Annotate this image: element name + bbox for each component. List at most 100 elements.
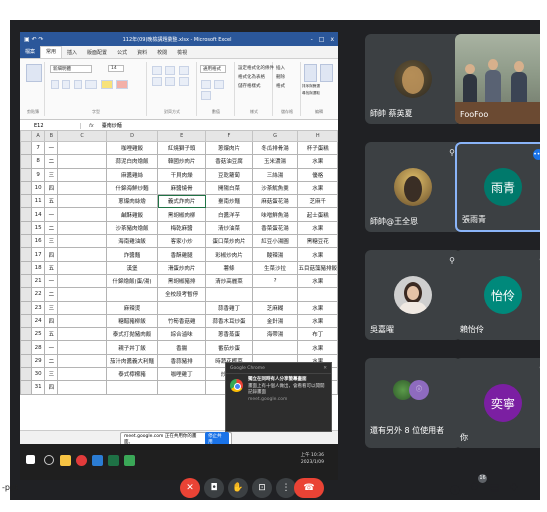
cell[interactable]: 紅豆小湯圓	[251, 234, 299, 249]
cell[interactable]: 炸醬麵	[105, 247, 159, 262]
cell[interactable]: 布丁	[297, 327, 338, 342]
cell[interactable]: 16	[30, 234, 46, 249]
align-middle-icon[interactable]	[165, 66, 176, 75]
cell[interactable]: 杯子蛋糕	[297, 140, 338, 156]
cell[interactable]: 白醬洋芋	[205, 207, 253, 222]
cell[interactable]: 紅燒獅子頭	[157, 140, 207, 156]
paste-icon[interactable]	[26, 64, 42, 82]
cell[interactable]: 鹹酥雞飯	[105, 207, 159, 222]
cell[interactable]: 二	[44, 220, 59, 236]
cell[interactable]: 25	[30, 327, 46, 342]
cell[interactable]: 水果	[297, 247, 338, 262]
cell[interactable]: 咖哩雞丁	[157, 367, 207, 382]
cell[interactable]: 水果	[297, 154, 338, 169]
cell[interactable]: 21	[30, 273, 46, 289]
cell[interactable]: 什錦海鮮炒麵	[105, 180, 159, 196]
row-header[interactable]	[20, 367, 32, 382]
cell[interactable]: 8	[30, 154, 46, 169]
people-icon[interactable]: ⚇	[470, 482, 479, 493]
search-icon[interactable]	[44, 455, 54, 465]
fill-color-icon[interactable]	[100, 80, 113, 89]
column-header[interactable]: D	[105, 130, 159, 142]
cell[interactable]: 四	[44, 247, 59, 262]
cell[interactable]: 蒜香木耳炒蛋	[205, 313, 253, 329]
row-header[interactable]	[20, 300, 32, 315]
cell[interactable]: 黑胡椒豬排	[157, 273, 207, 289]
column-header[interactable]	[20, 130, 32, 142]
cell[interactable]: 水果	[297, 313, 338, 329]
insert-cells-button[interactable]: 插入	[276, 65, 285, 71]
cell[interactable]: 茄汁肉醬義大利麵	[105, 353, 159, 369]
row-header[interactable]	[20, 380, 32, 395]
column-header[interactable]: B	[44, 130, 59, 142]
cell[interactable]: 綜合滷味	[157, 327, 207, 342]
cell[interactable]: 30	[30, 367, 46, 382]
cell[interactable]: 酸辣湯	[251, 247, 299, 262]
leave-call-button[interactable]: ☎	[294, 478, 324, 498]
cell[interactable]: 一	[44, 340, 59, 355]
name-box[interactable]: E12	[20, 122, 81, 129]
cell[interactable]	[57, 313, 107, 329]
cell[interactable]: 麻菇蛋花湯	[251, 194, 299, 209]
cell[interactable]	[57, 247, 107, 262]
cell[interactable]: 泰式檸檬豬	[105, 367, 159, 382]
close-button[interactable]: x	[330, 36, 334, 43]
cell[interactable]: 臺南炒麵	[205, 194, 253, 209]
cell[interactable]: 三	[44, 300, 59, 315]
cell[interactable]: 28	[30, 340, 46, 355]
cell[interactable]: 全校段考暫停	[157, 287, 207, 302]
cell[interactable]: 五目菇藻豬排飯	[297, 260, 338, 275]
row-header[interactable]	[20, 220, 32, 236]
row-header[interactable]	[20, 234, 32, 249]
row-header[interactable]	[20, 327, 32, 342]
align-left-icon[interactable]	[152, 77, 162, 86]
cell[interactable]: 義式炸肉片	[157, 194, 207, 209]
cell[interactable]: 麻醬雞絲	[105, 167, 159, 182]
cell[interactable]: 三	[44, 167, 59, 182]
comma-icon[interactable]	[201, 91, 211, 100]
row-header[interactable]	[20, 194, 32, 209]
cell[interactable]: 蒜香雞丁	[205, 300, 253, 315]
cell[interactable]: 蒜泥白肉燴飯	[105, 154, 159, 169]
windows-start-icon[interactable]	[26, 455, 35, 464]
chrome-notification[interactable]: Google Chrome ✕ 獨立在同時有人分享螢幕畫面 畫面上有十個人做出，…	[225, 362, 332, 432]
align-top-icon[interactable]	[152, 66, 162, 75]
tab-file[interactable]: 檔案	[20, 46, 41, 58]
cell[interactable]	[57, 140, 107, 156]
chat-icon[interactable]: ▤	[490, 482, 499, 493]
cell[interactable]: 四	[44, 313, 59, 329]
cell[interactable]	[57, 180, 107, 196]
cell[interactable]	[57, 207, 107, 222]
cell[interactable]: 清炒油菜	[205, 220, 253, 236]
cell[interactable]: 麻辣燙	[105, 300, 159, 315]
merge-icon[interactable]	[178, 77, 189, 86]
formula-input[interactable]: 臺南炒麵	[102, 122, 122, 129]
mic-off-button[interactable]: ✕	[180, 478, 200, 498]
info-icon[interactable]: ⓘ	[450, 482, 460, 497]
maximize-button[interactable]: □	[319, 36, 325, 43]
cell[interactable]: 蔥爆肉絲燴	[105, 194, 159, 209]
column-header[interactable]: F	[205, 130, 253, 142]
cell[interactable]: 香酥雞腿	[157, 247, 207, 262]
tab-data[interactable]: 資料	[132, 49, 152, 56]
cell[interactable]: 味噌鮮魚湯	[251, 207, 299, 222]
cell[interactable]: 23	[30, 300, 46, 315]
cell[interactable]: 漢堡	[105, 260, 159, 275]
participant-tile[interactable]: ⚲ 吳嘉曜	[365, 250, 461, 340]
cell[interactable]	[251, 287, 299, 302]
number-format-select[interactable]: 通用格式	[200, 65, 226, 73]
column-header[interactable]: H	[297, 130, 338, 142]
cell[interactable]: 蔥爆肉片	[205, 140, 253, 156]
quick-access-toolbar[interactable]: ▣ ↶ ↷	[20, 36, 44, 43]
raise-hand-button[interactable]: ✋	[228, 478, 248, 498]
wrap-text-icon[interactable]	[178, 66, 189, 75]
cell[interactable]	[205, 287, 253, 302]
cell[interactable]: 韓國炒肉片	[157, 154, 207, 169]
cell[interactable]: 糖醋豬柳飯	[105, 313, 159, 329]
tab-review[interactable]: 校閱	[152, 49, 172, 56]
cell[interactable]	[57, 154, 107, 169]
present-button[interactable]: ⊡	[252, 478, 272, 498]
cell[interactable]: 29	[30, 353, 46, 369]
cell[interactable]: 香蒜豬排	[157, 353, 207, 369]
cell[interactable]: 31	[30, 380, 46, 395]
